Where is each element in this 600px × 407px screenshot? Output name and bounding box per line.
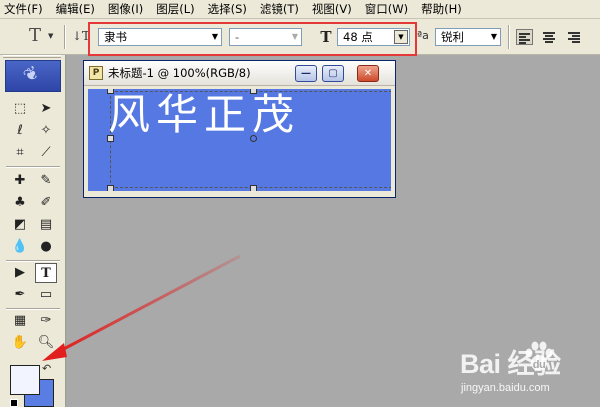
type-icon[interactable]: T: [35, 263, 57, 283]
move-icon[interactable]: ➤: [35, 99, 57, 119]
menu-filter[interactable]: 滤镜(T): [260, 0, 299, 19]
anti-alias-value: 锐利: [441, 30, 464, 44]
align-right-icon[interactable]: [565, 29, 582, 45]
feather-icon: ❦: [19, 61, 44, 88]
eraser-icon[interactable]: ◩: [9, 215, 31, 235]
minimize-icon[interactable]: —: [295, 65, 317, 82]
anti-alias-icon: ªa: [417, 29, 429, 42]
options-separator: [64, 25, 66, 49]
stamp-icon[interactable]: ♣: [9, 193, 31, 213]
menu-select[interactable]: 选择(S): [208, 0, 247, 19]
lasso-icon[interactable]: ℓ: [9, 121, 31, 141]
foreground-color-swatch[interactable]: [10, 365, 40, 395]
chevron-down-icon[interactable]: ▼: [48, 32, 53, 40]
brush-icon[interactable]: ✎: [35, 171, 57, 191]
shape-icon[interactable]: ▭: [35, 285, 57, 305]
menu-image[interactable]: 图像(I): [108, 0, 143, 19]
history-brush-icon[interactable]: ✐: [35, 193, 57, 213]
annotation-highlight-box: [88, 22, 417, 56]
document-window: P 未标题-1 @ 100%(RGB/8) — ▢ ✕ 风华正茂: [83, 60, 396, 198]
transform-handle[interactable]: [250, 185, 257, 191]
zoom-icon[interactable]: 🔍︎: [35, 333, 57, 353]
photoshop-logo-button[interactable]: ❦: [5, 60, 61, 92]
transform-handle[interactable]: [107, 89, 114, 94]
maximize-icon[interactable]: ▢: [322, 65, 344, 82]
reference-point[interactable]: [250, 135, 257, 142]
document-title: 未标题-1 @ 100%(RGB/8): [108, 66, 251, 80]
toolbox-separator: [6, 308, 60, 310]
menu-window[interactable]: 窗口(W): [365, 0, 408, 19]
toolbox-grip[interactable]: [3, 55, 61, 58]
marquee-icon[interactable]: ⬚: [9, 99, 31, 119]
menu-layer[interactable]: 图层(L): [156, 0, 194, 19]
paw-icon: du: [525, 341, 553, 371]
tool-preset-picker[interactable]: T: [22, 24, 48, 48]
transform-handle[interactable]: [107, 135, 114, 142]
eyedropper-icon[interactable]: ✑: [35, 311, 57, 331]
gradient-icon[interactable]: ▤: [35, 215, 57, 235]
swap-colors-icon[interactable]: ↶: [42, 362, 51, 375]
dodge-icon[interactable]: ●: [35, 237, 57, 257]
magic-wand-icon[interactable]: ✧: [35, 121, 57, 141]
toolbox-separator: [6, 260, 60, 262]
chevron-down-icon: ▼: [490, 32, 497, 41]
menu-bar: 文件(F) 编辑(E) 图像(I) 图层(L) 选择(S) 滤镜(T) 视图(V…: [0, 0, 600, 19]
menu-file[interactable]: 文件(F): [4, 0, 43, 19]
menu-edit[interactable]: 编辑(E): [56, 0, 95, 19]
healing-brush-icon[interactable]: ✚: [9, 171, 31, 191]
slice-icon[interactable]: ⟋: [35, 143, 57, 163]
transform-handle[interactable]: [107, 185, 114, 191]
align-center-icon[interactable]: [541, 29, 558, 45]
watermark: Bai 经验 du jingyan.baidu.com: [455, 341, 595, 404]
default-colors-icon[interactable]: [10, 399, 18, 407]
svg-text:du: du: [533, 359, 545, 371]
blur-icon[interactable]: 💧: [9, 237, 31, 257]
menu-help[interactable]: 帮助(H): [421, 0, 462, 19]
hand-icon[interactable]: ✋: [9, 333, 31, 353]
anti-alias-select[interactable]: 锐利 ▼: [435, 28, 501, 46]
crop-icon[interactable]: ⌗: [9, 143, 31, 163]
document-canvas[interactable]: 风华正茂: [88, 89, 391, 191]
close-icon[interactable]: ✕: [357, 65, 379, 82]
toolbox: ❦ ⬚ ➤ ℓ ✧ ⌗ ⟋ ✚ ✎ ♣ ✐ ◩ ▤ 💧 ● ▶ T ✒ ▭ ▦ …: [0, 55, 66, 407]
options-separator: [508, 25, 510, 49]
path-select-icon[interactable]: ▶: [9, 263, 31, 283]
document-icon: P: [89, 66, 103, 80]
menu-view[interactable]: 视图(V): [312, 0, 352, 19]
document-titlebar[interactable]: P 未标题-1 @ 100%(RGB/8) — ▢ ✕: [84, 61, 395, 86]
watermark-brand: Bai 经验 du: [460, 341, 561, 381]
toolbox-separator: [6, 166, 60, 168]
transform-handle[interactable]: [250, 89, 257, 94]
watermark-url: jingyan.baidu.com: [461, 382, 550, 394]
align-left-icon[interactable]: [516, 29, 533, 45]
pen-icon[interactable]: ✒: [9, 285, 31, 305]
notes-icon[interactable]: ▦: [9, 311, 31, 331]
